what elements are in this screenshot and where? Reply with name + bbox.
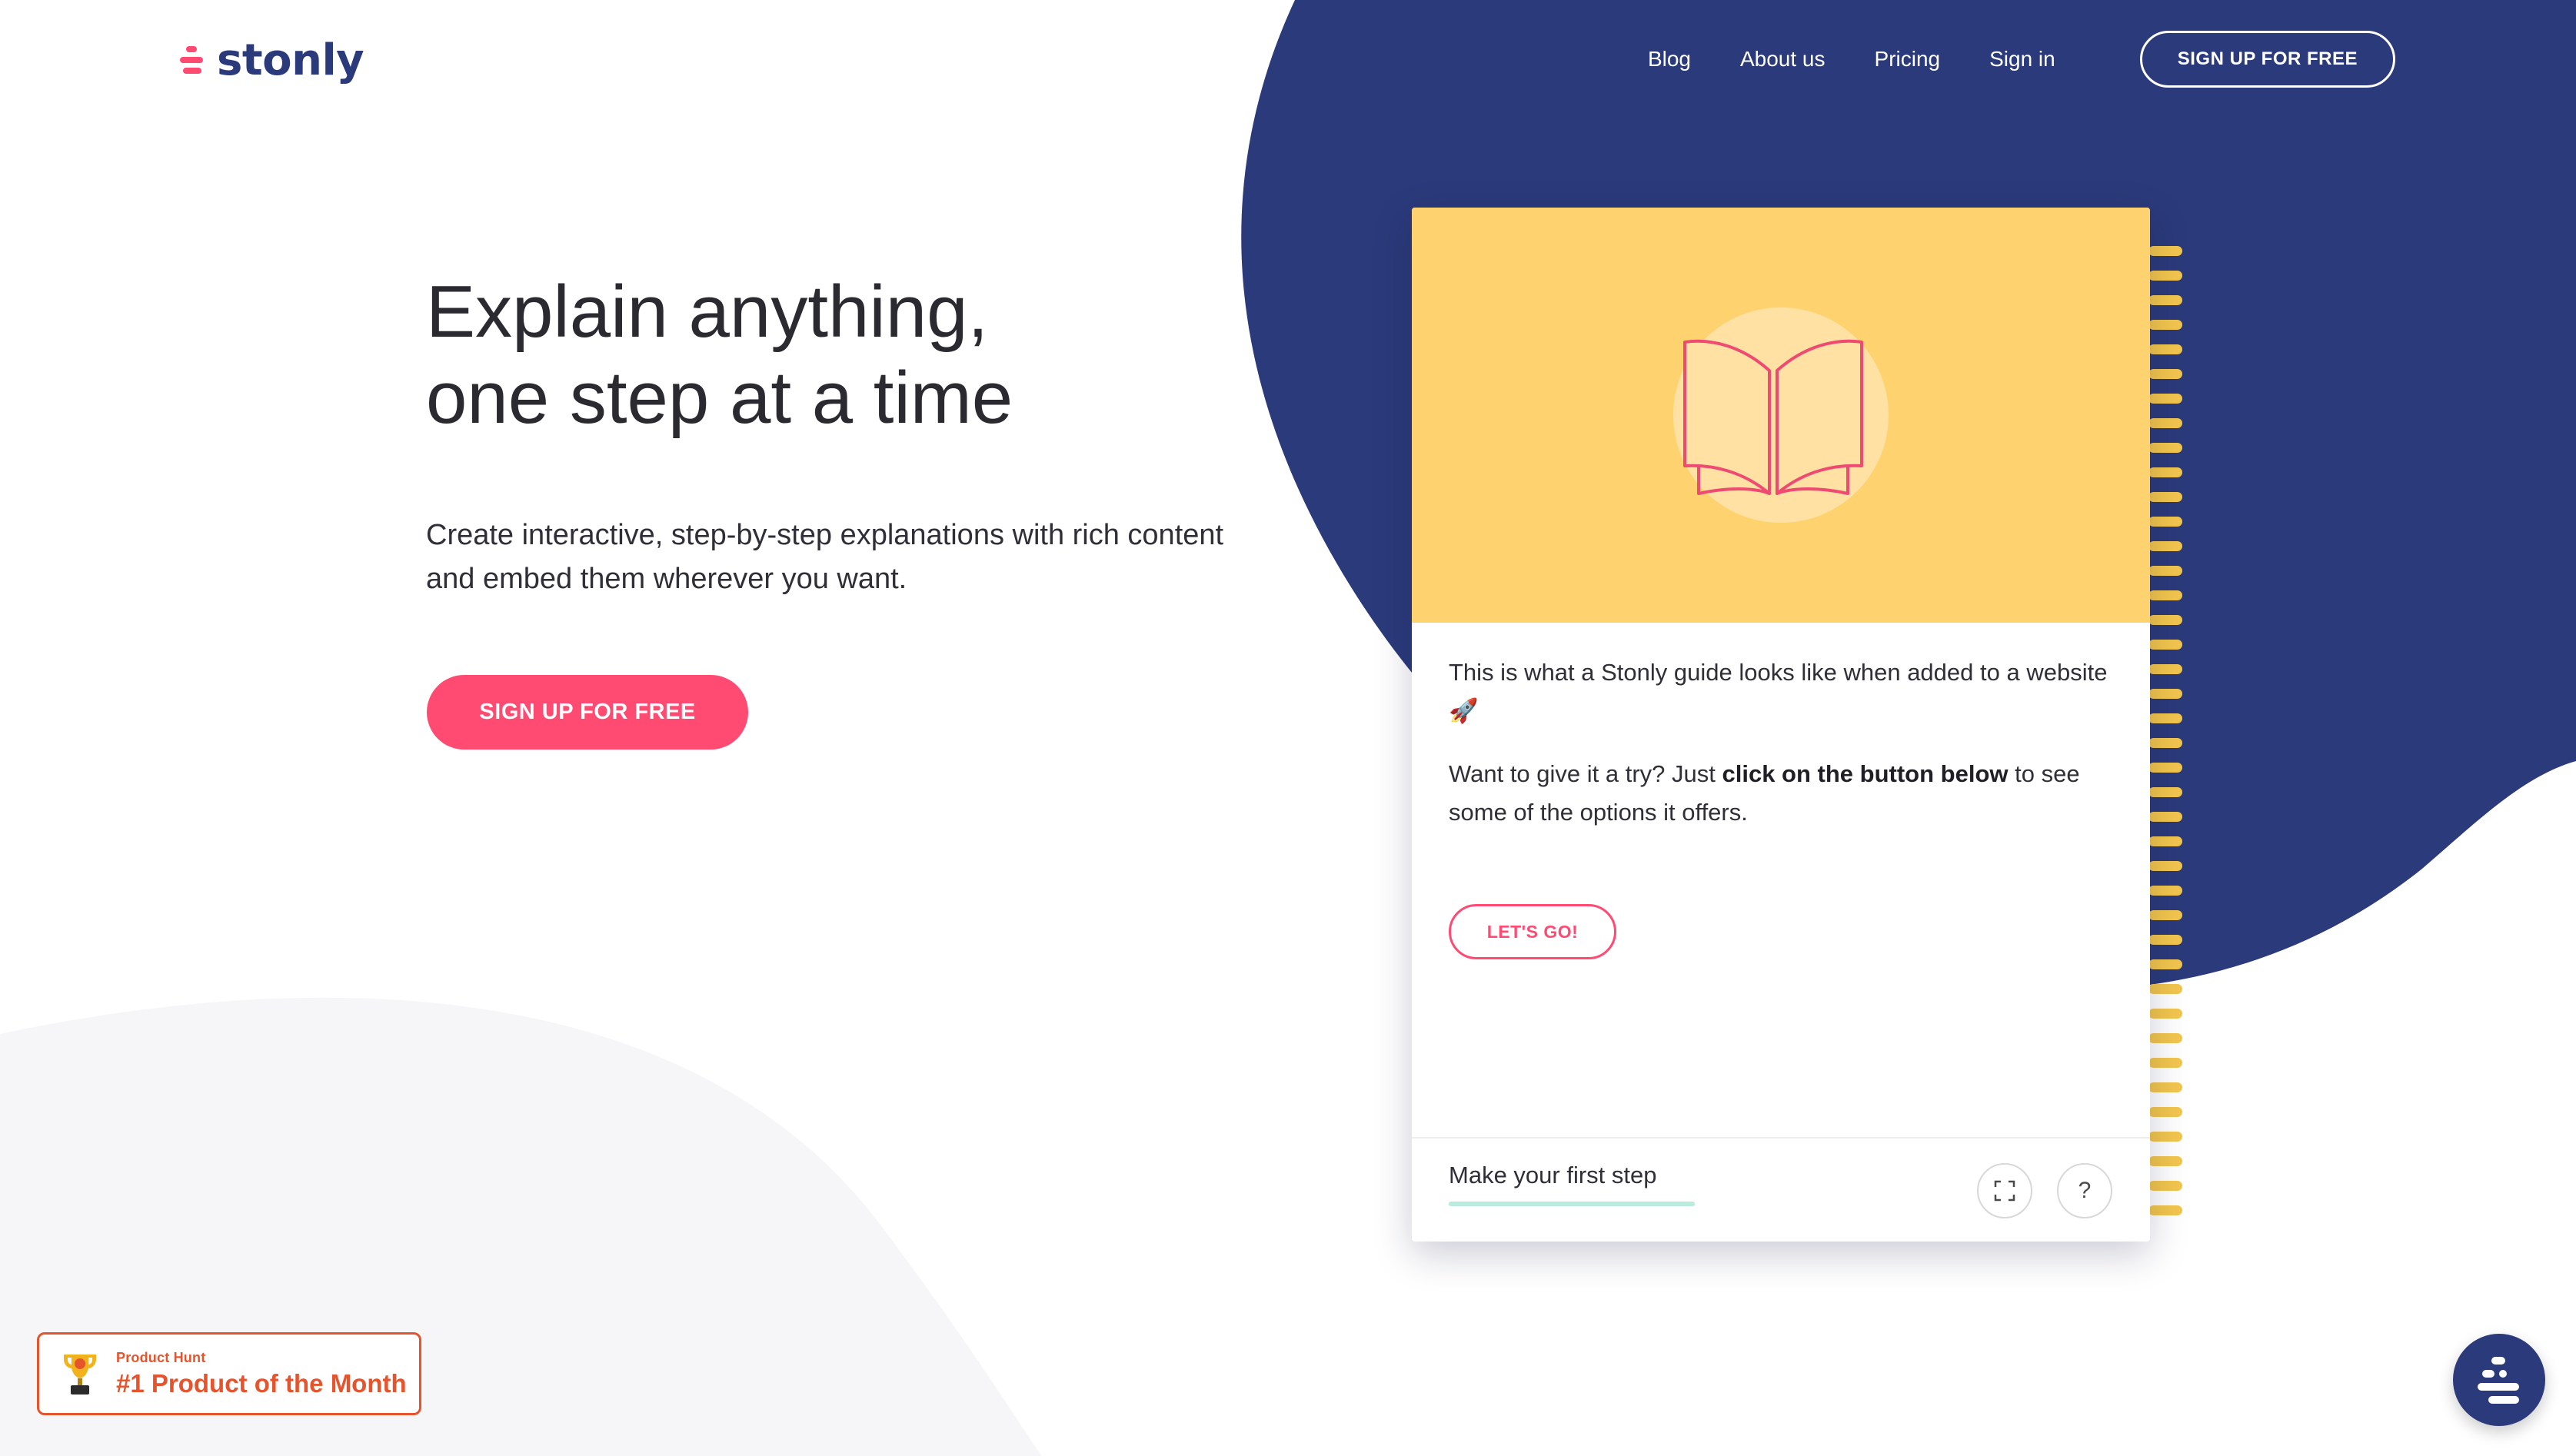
spiral-tick <box>2148 1156 2182 1166</box>
nav-signup-button[interactable]: SIGN UP FOR FREE <box>2139 31 2395 88</box>
product-hunt-badge[interactable]: Product Hunt #1 Product of the Month <box>37 1332 421 1415</box>
guide-card: This is what a Stonly guide looks like w… <box>1412 208 2150 1242</box>
spiral-tick <box>2148 763 2182 773</box>
spiral-tick <box>2148 467 2182 477</box>
spiral-tick <box>2148 1107 2182 1117</box>
hero-title-line-1: Explain anything, <box>426 271 989 353</box>
spiral-tick <box>2148 615 2182 625</box>
spiral-tick <box>2148 836 2182 846</box>
launcher-icon-bar-4 <box>2478 1383 2519 1391</box>
hero-signup-button[interactable]: SIGN UP FOR FREE <box>427 675 748 750</box>
spiral-tick <box>2148 418 2182 428</box>
guide-paragraph-2: Want to give it a try? Just click on the… <box>1449 755 2113 832</box>
logo-wordmark: stonly <box>217 35 364 85</box>
spiral-tick <box>2148 541 2182 551</box>
spiral-tick <box>2148 394 2182 404</box>
spiral-tick <box>2148 910 2182 920</box>
guide-paragraph-2-bold: click on the button below <box>1722 760 2009 787</box>
trophy-icon <box>64 1355 96 1395</box>
background-shapes <box>0 0 2576 1456</box>
step-progress-fill <box>1449 1202 1695 1206</box>
spiral-tick <box>2148 1009 2182 1019</box>
launcher-icon-bar-3 <box>2499 1370 2507 1378</box>
nav-link-pricing[interactable]: Pricing <box>1875 47 1941 71</box>
spiral-tick <box>2148 590 2182 600</box>
hero-title-line-2: one step at a time <box>426 357 1013 439</box>
help-button[interactable]: ? <box>2057 1163 2112 1218</box>
step-progress-bar <box>1449 1202 1695 1206</box>
spiral-tick <box>2148 935 2182 945</box>
spiral-tick <box>2148 492 2182 502</box>
product-hunt-small-label: Product Hunt <box>116 1349 206 1365</box>
hero-subtitle: Create interactive, step-by-step explana… <box>426 519 1224 595</box>
spiral-tick <box>2148 517 2182 527</box>
nav-link-about-us[interactable]: About us <box>1740 47 1825 71</box>
guide-paragraph-1: This is what a Stonly guide looks like w… <box>1449 653 2113 730</box>
spiral-tick <box>2148 320 2182 330</box>
guide-illustration <box>1412 208 2150 623</box>
guide-paragraph-2-start: Want to give it a try? Just <box>1449 760 1722 787</box>
launcher-icon-bar-1 <box>2491 1357 2505 1365</box>
spiral-tick <box>2148 713 2182 723</box>
spiral-tick <box>2148 1205 2182 1215</box>
spiral-tick <box>2148 1132 2182 1142</box>
product-hunt-text: Product Hunt #1 Product of the Month <box>116 1350 407 1398</box>
spiral-binding <box>2148 208 2187 1242</box>
top-navigation: Blog About us Pricing Sign in SIGN UP FO… <box>1599 31 2395 88</box>
nav-link-sign-in[interactable]: Sign in <box>1989 47 2055 71</box>
spiral-tick <box>2148 271 2182 281</box>
spiral-tick <box>2148 689 2182 699</box>
spiral-tick <box>2148 1082 2182 1092</box>
spiral-tick <box>2148 1033 2182 1043</box>
spiral-tick <box>2148 664 2182 674</box>
spiral-tick <box>2148 443 2182 453</box>
spiral-tick <box>2148 1181 2182 1191</box>
spiral-tick <box>2148 369 2182 379</box>
launcher-icon-bar-2 <box>2482 1370 2494 1378</box>
rocket-emoji-icon: 🚀 <box>1449 697 1479 724</box>
spiral-tick <box>2148 738 2182 748</box>
spiral-tick <box>2148 861 2182 871</box>
stonly-launcher-button[interactable] <box>2453 1334 2545 1426</box>
spiral-tick <box>2148 886 2182 896</box>
spiral-tick <box>2148 787 2182 797</box>
guide-footer: Make your first step ? <box>1412 1137 2150 1242</box>
spiral-tick <box>2148 959 2182 969</box>
product-hunt-big-label: #1 Product of the Month <box>116 1368 407 1398</box>
spiral-tick <box>2148 295 2182 305</box>
stonly-logo[interactable]: stonly <box>180 32 364 88</box>
launcher-icon-bar-5 <box>2488 1396 2519 1404</box>
spiral-tick <box>2148 566 2182 576</box>
guide-content: This is what a Stonly guide looks like w… <box>1412 623 2150 959</box>
fullscreen-icon <box>1994 1180 2015 1202</box>
guide-widget: This is what a Stonly guide looks like w… <box>1412 208 2182 1242</box>
guide-paragraph-1-text: This is what a Stonly guide looks like w… <box>1449 659 2108 686</box>
spiral-tick <box>2148 1058 2182 1068</box>
step-title: Make your first step <box>1449 1162 1657 1188</box>
open-book-icon <box>1683 339 1863 495</box>
spiral-tick <box>2148 246 2182 256</box>
spiral-tick <box>2148 812 2182 822</box>
spiral-tick <box>2148 984 2182 994</box>
fullscreen-button[interactable] <box>1977 1163 2032 1218</box>
spiral-tick <box>2148 640 2182 650</box>
stonly-logo-icon <box>180 45 208 75</box>
spiral-tick <box>2148 344 2182 354</box>
lets-go-button[interactable]: LET'S GO! <box>1449 904 1616 959</box>
nav-link-blog[interactable]: Blog <box>1648 47 1691 71</box>
hero-title: Explain anything, one step at a time <box>426 269 1013 441</box>
